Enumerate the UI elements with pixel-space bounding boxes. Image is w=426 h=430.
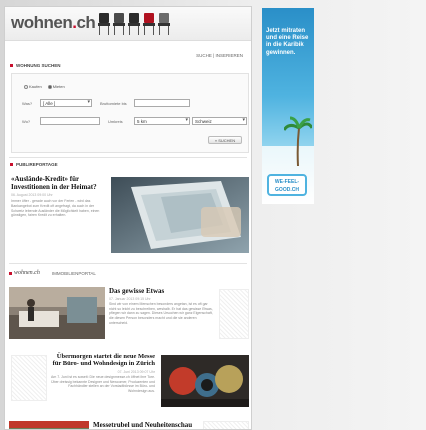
palm-tree-icon [284, 116, 312, 166]
article-1-photo[interactable] [9, 287, 105, 339]
portal-label: IMMOBILIENPORTAL [51, 270, 96, 276]
search-section-title: WOHNUNG SUCHEN [5, 63, 66, 68]
search-title: WOHNUNG SUCHEN [16, 63, 61, 68]
page-column: wohnen.ch SUCHE | INSERIEREN WOHNUNG SUC… [4, 6, 252, 430]
top-links[interactable]: SUCHE | INSERIEREN [196, 53, 243, 58]
article-2-photo[interactable] [161, 355, 249, 407]
divider [9, 157, 247, 158]
kitchen-photo-image [9, 287, 105, 339]
was-label: Was? [22, 101, 33, 106]
radio-circle-icon [24, 84, 28, 89]
publi-date: 06. August 2013 09:00 Uhr [11, 193, 53, 198]
red-square-icon [9, 271, 12, 275]
article-1-text: Sind wir von einem Menschen besonders an… [109, 302, 213, 325]
publi-section-title: PUBLIREPORTAGE [5, 162, 63, 167]
portal-logo-text: wohnen.ch [14, 270, 40, 276]
ad-logo-badge[interactable]: WE-FEEL- GOOD.CH [267, 174, 307, 196]
decorative-pattern [219, 289, 249, 339]
chair-icon [128, 13, 140, 35]
ad-banner[interactable]: Jetzt mitraten und eine Reise in die Kar… [262, 8, 314, 204]
was-select[interactable]: [ Alle ] [40, 99, 92, 107]
messe-photo-image [161, 355, 249, 407]
chairs-illustration [98, 13, 170, 35]
red-square-icon [10, 163, 13, 166]
ad-badge-line2: GOOD.CH [275, 187, 299, 193]
umkreis-label: Umkreis [108, 119, 123, 124]
wo-label: Wo? [22, 119, 31, 124]
umkreis-select[interactable]: 5 km [134, 117, 190, 125]
publi-photo[interactable] [111, 177, 249, 253]
portal-header: wohnen.ch IMMOBILIENPORTAL [9, 270, 96, 276]
chair-icon [113, 13, 125, 35]
red-square-icon [10, 64, 13, 67]
budget-label: Bruttomiete bis [100, 101, 127, 106]
chair-icon [143, 13, 155, 35]
logo-main: wohnen [11, 13, 73, 32]
money-photo-image [111, 177, 249, 253]
wo-input[interactable] [40, 117, 100, 125]
radio-rent[interactable]: Mieten [47, 84, 65, 89]
article-2-headline[interactable]: Übermorgen startet die neue Messe für Bü… [51, 353, 155, 368]
publi-title: PUBLIREPORTAGE [16, 162, 58, 167]
article-2-date: 07. Juni 2013 09:07 Uhr [117, 369, 155, 374]
ad-headline: Jetzt mitraten und eine Reise in die Kar… [266, 28, 309, 56]
radio-buy-label: Kaufen [29, 84, 42, 89]
article-1-date: 07. Januar 2013 09:15 Uhr [109, 297, 151, 302]
article-3-headline[interactable]: Messetrubel und Neuheitenschau [93, 421, 197, 429]
logo-tld: ch [76, 13, 96, 32]
search-form: Kaufen Mieten Was? [ Alle ] Bruttomiete … [11, 73, 249, 153]
budget-input[interactable] [134, 99, 190, 107]
site-logo[interactable]: wohnen.ch [11, 13, 96, 33]
article-3-photo[interactable] [9, 421, 89, 429]
divider [9, 263, 247, 264]
article-2-text: Am 7. Juni ist es soweit: Die neue desig… [51, 374, 155, 394]
article-1-headline[interactable]: Das gewisse Etwas [109, 287, 213, 295]
radio-circle-icon [47, 84, 52, 89]
chair-icon [158, 13, 170, 35]
publi-headline[interactable]: «Auslände-Kredit» für Investitionen in d… [11, 175, 107, 191]
decorative-pattern [203, 421, 249, 429]
search-button[interactable]: » SUCHEN [208, 136, 242, 144]
ad-badge-line1: WE-FEEL- [274, 179, 300, 185]
messetrubel-photo-image [9, 421, 89, 429]
publi-text: Immer öfter - gerade auch vor der Ferien… [11, 199, 100, 218]
decorative-pattern [11, 355, 47, 401]
radio-buy[interactable]: Kaufen [24, 84, 42, 89]
country-select[interactable]: Schweiz [192, 117, 247, 125]
radio-rent-label: Mieten [52, 84, 65, 89]
chair-icon [98, 13, 110, 35]
type-radio-group: Kaufen Mieten [24, 84, 65, 89]
site-header: wohnen.ch [5, 7, 251, 41]
portal-logo[interactable]: wohnen.ch [9, 270, 40, 276]
